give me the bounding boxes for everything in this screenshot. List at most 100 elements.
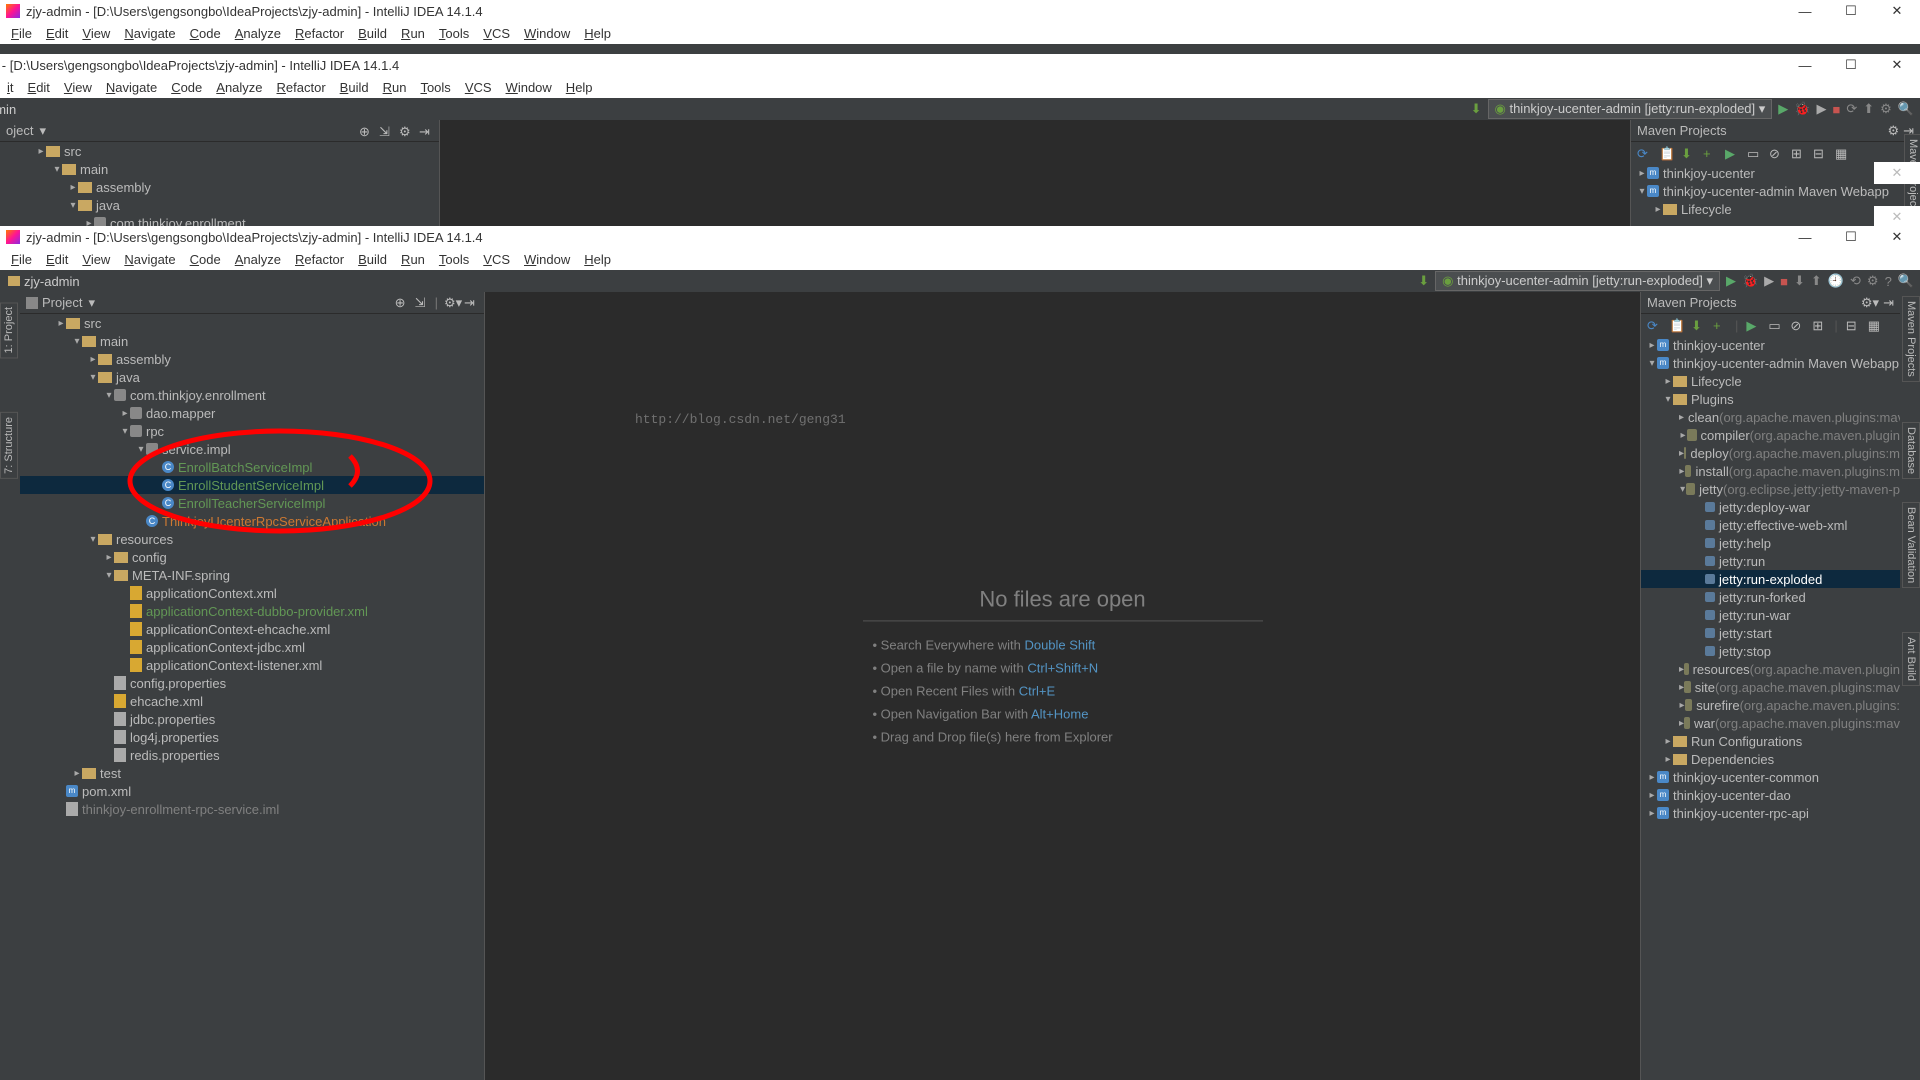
- maven-item[interactable]: ▸mthinkjoy-ucenter: [1641, 336, 1900, 354]
- tree-item[interactable]: ▾com.thinkjoy.enrollment: [20, 386, 484, 404]
- menu-code[interactable]: Code: [183, 26, 228, 41]
- menu-navigate[interactable]: Navigate: [99, 80, 164, 95]
- menu-build[interactable]: Build: [351, 252, 394, 267]
- menu-file[interactable]: File: [4, 252, 39, 267]
- vcs-icon[interactable]: ⬆: [1863, 101, 1874, 117]
- menu-window[interactable]: Window: [499, 80, 559, 95]
- maven-item[interactable]: jetty:effective-web-xml: [1641, 516, 1900, 534]
- tree-item[interactable]: ▾service.impl: [20, 440, 484, 458]
- minimize-button[interactable]: —: [1782, 54, 1828, 76]
- toggle-icon[interactable]: ⊘: [1769, 146, 1783, 160]
- generate-icon[interactable]: 📋: [1669, 318, 1683, 332]
- tree-item[interactable]: ▾resources: [20, 530, 484, 548]
- hide-icon[interactable]: ⇥: [464, 295, 478, 309]
- maximize-button[interactable]: ☐: [1828, 226, 1874, 248]
- debug-button[interactable]: 🐞: [1794, 101, 1810, 117]
- editor-area[interactable]: http://blog.csdn.net/geng31 No files are…: [485, 292, 1640, 1080]
- menu-view[interactable]: View: [57, 80, 99, 95]
- tree-item[interactable]: ▸config: [20, 548, 484, 566]
- reimport-icon[interactable]: ⟳: [1647, 318, 1661, 332]
- settings-icon[interactable]: ⚙▾: [444, 295, 458, 309]
- tree-item[interactable]: ▾main: [20, 332, 484, 350]
- menu-file[interactable]: it: [0, 80, 21, 95]
- maven-item[interactable]: jetty:stop: [1641, 642, 1900, 660]
- maven-item[interactable]: jetty:help: [1641, 534, 1900, 552]
- menu-navigate[interactable]: Navigate: [117, 26, 182, 41]
- build-icon[interactable]: ⬇: [1418, 273, 1429, 289]
- run-icon[interactable]: ▶: [1746, 318, 1760, 332]
- maven-item[interactable]: ▸clean (org.apache.maven.plugins:mav: [1641, 408, 1900, 426]
- coverage-button[interactable]: ▶: [1816, 101, 1826, 117]
- collapse-icon[interactable]: ⊞: [1791, 146, 1805, 160]
- maven-item[interactable]: ▸Dependencies: [1641, 750, 1900, 768]
- run-icon[interactable]: ▶: [1725, 146, 1739, 160]
- menu-build[interactable]: Build: [351, 26, 394, 41]
- menu-edit[interactable]: Edit: [21, 80, 57, 95]
- expand-icon[interactable]: ⊞: [1812, 318, 1826, 332]
- close-button[interactable]: ✕: [1874, 226, 1920, 248]
- stop-button[interactable]: ■: [1780, 274, 1788, 289]
- project-panel-label[interactable]: Project: [42, 295, 82, 310]
- maven-item[interactable]: jetty:deploy-war: [1641, 498, 1900, 516]
- menu-tools[interactable]: Tools: [432, 26, 476, 41]
- collapse-icon[interactable]: ⊟: [1846, 318, 1860, 332]
- chevron-down-icon[interactable]: ▾: [88, 295, 95, 311]
- menu-vcs[interactable]: VCS: [476, 26, 517, 41]
- run-button[interactable]: ▶: [1726, 273, 1736, 289]
- menu-build[interactable]: Build: [333, 80, 376, 95]
- tree-item[interactable]: config.properties: [20, 674, 484, 692]
- maven-item[interactable]: jetty:run-exploded: [1641, 570, 1900, 588]
- side-tab-bean-validation[interactable]: Bean Validation: [1902, 502, 1920, 588]
- vcs-commit-icon[interactable]: ⬆: [1811, 273, 1822, 289]
- toggle-icon[interactable]: ⊘: [1790, 318, 1804, 332]
- maven-item[interactable]: ▸compiler (org.apache.maven.plugin: [1641, 426, 1900, 444]
- tree-item[interactable]: thinkjoy-enrollment-rpc-service.iml: [20, 800, 484, 818]
- menu-window[interactable]: Window: [517, 252, 577, 267]
- execute-icon[interactable]: ▭: [1747, 146, 1761, 160]
- maven-item[interactable]: ▸surefire (org.apache.maven.plugins:: [1641, 696, 1900, 714]
- menu-tools[interactable]: Tools: [432, 252, 476, 267]
- maven-item[interactable]: ▸mthinkjoy-ucenter-rpc-api: [1641, 804, 1900, 822]
- minimize-button[interactable]: —: [1782, 0, 1828, 22]
- menu-analyze[interactable]: Analyze: [228, 26, 288, 41]
- side-tab-maven[interactable]: Maven Projects: [1902, 296, 1920, 382]
- close-button[interactable]: ✕: [1874, 54, 1920, 76]
- settings-icon[interactable]: ⚙: [1867, 273, 1879, 289]
- maven-item[interactable]: ▸war (org.apache.maven.plugins:mav: [1641, 714, 1900, 732]
- collapse-all-icon[interactable]: ⇲: [415, 295, 429, 309]
- side-tab-project[interactable]: 1: Project: [0, 302, 18, 358]
- menu-help[interactable]: Help: [577, 252, 618, 267]
- maven-item[interactable]: jetty:run: [1641, 552, 1900, 570]
- tree-item[interactable]: ▸test: [20, 764, 484, 782]
- menu-tools[interactable]: Tools: [413, 80, 457, 95]
- side-tab-database[interactable]: Database: [1902, 422, 1920, 479]
- build-icon[interactable]: ⬇: [1471, 101, 1482, 117]
- side-tab-structure[interactable]: 7: Structure: [0, 412, 18, 479]
- download-icon[interactable]: ⬇: [1691, 318, 1705, 332]
- menu-run[interactable]: Run: [394, 26, 432, 41]
- close-button[interactable]: ✕: [1874, 162, 1920, 184]
- tree-item[interactable]: ▾java: [20, 368, 484, 386]
- add-icon[interactable]: +: [1713, 318, 1727, 332]
- tree-item[interactable]: ▾META-INF.spring: [20, 566, 484, 584]
- vcs-icon[interactable]: ⟳: [1846, 101, 1857, 117]
- maven-item[interactable]: jetty:run-forked: [1641, 588, 1900, 606]
- menu-edit[interactable]: Edit: [39, 26, 75, 41]
- scroll-from-source-icon[interactable]: ⊕: [395, 295, 409, 309]
- tree-item[interactable]: jdbc.properties: [20, 710, 484, 728]
- menu-help[interactable]: Help: [559, 80, 600, 95]
- menu-refactor[interactable]: Refactor: [270, 80, 333, 95]
- maven-item[interactable]: ▸deploy (org.apache.maven.plugins:m: [1641, 444, 1900, 462]
- settings-icon[interactable]: ⚙: [1880, 101, 1892, 117]
- tree-item[interactable]: applicationContext-listener.xml: [20, 656, 484, 674]
- menu-refactor[interactable]: Refactor: [288, 26, 351, 41]
- add-icon[interactable]: +: [1703, 146, 1717, 160]
- collapse-all-icon[interactable]: ⇲: [379, 124, 393, 138]
- maven-item[interactable]: ▸site (org.apache.maven.plugins:mav: [1641, 678, 1900, 696]
- menu-analyze[interactable]: Analyze: [228, 252, 288, 267]
- maven-item[interactable]: ▸Run Configurations: [1641, 732, 1900, 750]
- search-icon[interactable]: 🔍: [1898, 101, 1914, 117]
- close-button[interactable]: ✕: [1874, 0, 1920, 22]
- maven-item[interactable]: ▾mthinkjoy-ucenter-admin Maven Webapp: [1631, 182, 1920, 200]
- breadcrumb-root[interactable]: zjy-admin: [24, 274, 80, 289]
